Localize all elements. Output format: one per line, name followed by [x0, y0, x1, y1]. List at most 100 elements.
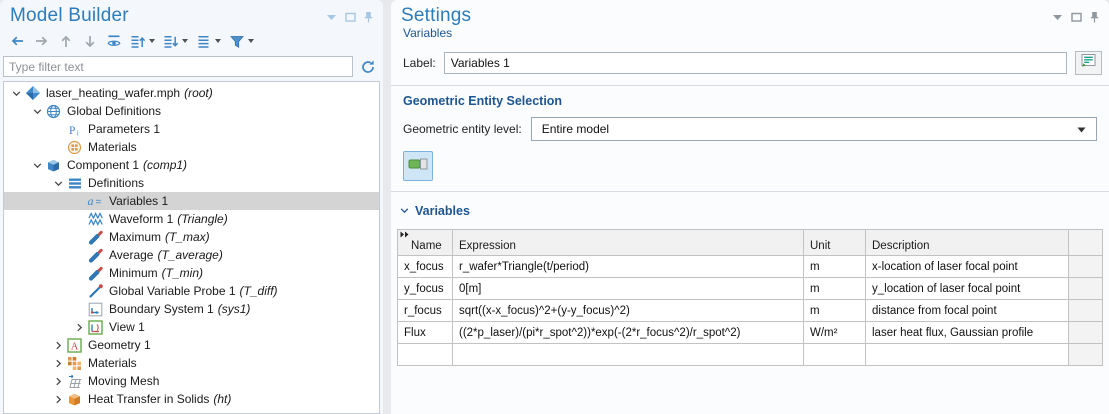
tree-item-average-t-average[interactable]: Average(T_average): [4, 246, 379, 264]
tree-item-materials[interactable]: Materials: [4, 138, 379, 156]
filler-cell: [1069, 256, 1103, 278]
chevron-collapsed-icon[interactable]: [50, 341, 66, 350]
tree-item-label: Definitions: [88, 176, 144, 190]
description-cell[interactable]: distance from focal point: [866, 300, 1069, 322]
expression-cell[interactable]: ((2*p_laser)/(pi*r_spot^2))*exp(-(2*r_fo…: [453, 322, 804, 344]
description-cell[interactable]: laser heat flux, Gaussian profile: [866, 322, 1069, 344]
variables-section-header[interactable]: Variables: [391, 192, 1109, 220]
model-tree: laser_heating_wafer.mph(root)Global Defi…: [3, 81, 380, 414]
dropdown-caret-icon[interactable]: [149, 39, 155, 43]
tree-item-global-variable-probe-1-t-diff[interactable]: Global Variable Probe 1(T_diff): [4, 282, 379, 300]
tree-item-geometry-1[interactable]: AGeometry 1: [4, 336, 379, 354]
probe-icon: [87, 265, 104, 281]
restore-icon[interactable]: [345, 11, 356, 23]
label-field-caption: Label:: [403, 56, 436, 70]
name-cell[interactable]: y_focus: [398, 278, 453, 300]
expression-cell[interactable]: [453, 344, 804, 366]
dropdown-caret-icon[interactable]: [248, 39, 254, 43]
description-column-header[interactable]: Description: [866, 230, 1069, 256]
list-icon: [195, 33, 212, 49]
arrow-down-icon: [81, 33, 98, 49]
tree-item-laser-heating-wafer-mph-root[interactable]: laser_heating_wafer.mph(root): [4, 84, 379, 102]
tree-item-waveform-1-triangle[interactable]: Waveform 1(Triangle): [4, 210, 379, 228]
chevron-expanded-icon[interactable]: [29, 161, 45, 170]
refresh-icon[interactable]: [358, 57, 378, 77]
tree-item-variables-1[interactable]: a=Variables 1: [4, 192, 379, 210]
tree-item-parameters-1[interactable]: PiParameters 1: [4, 120, 379, 138]
toolbar-node-text-button[interactable]: [193, 31, 223, 51]
tree-item-label: Parameters 1: [88, 122, 160, 136]
tree-item-definitions[interactable]: Definitions: [4, 174, 379, 192]
description-cell[interactable]: [866, 344, 1069, 366]
expression-cell[interactable]: 0[m]: [453, 278, 804, 300]
description-cell[interactable]: y_location of laser focal point: [866, 278, 1069, 300]
pin-icon[interactable]: [364, 11, 373, 23]
chevron-collapsed-icon[interactable]: [50, 395, 66, 404]
tree-item-maximum-t-max[interactable]: Maximum(T_max): [4, 228, 379, 246]
model-builder-panel: Model Builder laser_heating_wafer.mph(ro…: [0, 0, 383, 414]
chevron-expanded-icon[interactable]: [29, 107, 45, 116]
expression-column-header[interactable]: Expression: [453, 230, 804, 256]
tree-item-label: Moving Mesh: [88, 374, 159, 388]
chevron-down-icon[interactable]: [326, 11, 337, 23]
tree-filter-input[interactable]: [3, 56, 353, 77]
tree-item-minimum-t-min[interactable]: Minimum(T_min): [4, 264, 379, 282]
toolbar-show-more-options-button[interactable]: [226, 31, 256, 51]
chevron-expanded-icon[interactable]: [8, 89, 24, 98]
chevron-collapsed-icon[interactable]: [50, 377, 66, 386]
unit-cell[interactable]: [804, 344, 866, 366]
tree-item-tag: (comp1): [143, 158, 187, 172]
tree-item-view-1[interactable]: View 1: [4, 318, 379, 336]
unit-cell[interactable]: m: [804, 300, 866, 322]
rename-label-button[interactable]: [1075, 51, 1102, 75]
model-builder-filter-row: [0, 54, 383, 81]
tree-item-tag: (Triangle): [177, 212, 227, 226]
chevron-collapsed-icon[interactable]: [50, 359, 66, 368]
dropdown-caret-icon[interactable]: [215, 39, 221, 43]
moving-mesh-icon: [66, 373, 83, 389]
name-cell[interactable]: x_focus: [398, 256, 453, 278]
chevron-expanded-icon[interactable]: [50, 179, 66, 188]
active-selection-toggle[interactable]: [403, 151, 433, 181]
toolbar-collapse-all-button[interactable]: [127, 31, 157, 51]
expression-cell[interactable]: sqrt((x-x_focus)^2+(y-y_focus)^2): [453, 300, 804, 322]
tree-item-materials[interactable]: Materials: [4, 354, 379, 372]
variables-table-wrap: Name Expression Unit Description x_focus…: [391, 220, 1109, 366]
geometric-entity-level-select[interactable]: Entire model: [531, 117, 1097, 141]
pin-icon[interactable]: [1090, 11, 1099, 23]
svg-text:i: i: [77, 130, 79, 137]
unit-cell[interactable]: W/m²: [804, 322, 866, 344]
comsol-window: Model Builder laser_heating_wafer.mph(ro…: [0, 0, 1109, 414]
restore-icon[interactable]: [1071, 11, 1082, 23]
tree-item-moving-mesh[interactable]: Moving Mesh: [4, 372, 379, 390]
model-builder-toolbar: [0, 27, 383, 54]
tree-item-label: View 1: [109, 320, 145, 334]
name-cell[interactable]: r_focus: [398, 300, 453, 322]
toolbar-go-forward-button[interactable]: [31, 31, 52, 51]
tree-item-boundary-system-1-sys1[interactable]: Boundary System 1(sys1): [4, 300, 379, 318]
toolbar-expand-all-button[interactable]: [160, 31, 190, 51]
tree-item-heat-transfer-in-solids-ht[interactable]: Heat Transfer in Solids(ht): [4, 390, 379, 408]
dropdown-caret-icon[interactable]: [182, 39, 188, 43]
chevron-collapsed-icon[interactable]: [71, 323, 87, 332]
toolbar-go-back-button[interactable]: [7, 31, 28, 51]
toolbar-show-button[interactable]: [103, 31, 124, 51]
chevron-down-icon[interactable]: [1052, 11, 1063, 23]
unit-column-header[interactable]: Unit: [804, 230, 866, 256]
name-cell[interactable]: Flux: [398, 322, 453, 344]
expression-cell[interactable]: r_wafer*Triangle(t/period): [453, 256, 804, 278]
arrow-right-icon: [33, 33, 50, 49]
tree-item-global-definitions[interactable]: Global Definitions: [4, 102, 379, 120]
chevron-expanded-icon: [400, 202, 409, 220]
tree-item-component-1-comp1[interactable]: Component 1(comp1): [4, 156, 379, 174]
name-cell[interactable]: [398, 344, 453, 366]
toolbar-move-up-button[interactable]: [55, 31, 76, 51]
name-column-header[interactable]: Name: [398, 230, 453, 256]
model-builder-header: Model Builder: [0, 0, 383, 27]
panel-splitter[interactable]: [383, 0, 391, 414]
label-input[interactable]: [444, 52, 1067, 74]
toolbar-move-down-button[interactable]: [79, 31, 100, 51]
unit-cell[interactable]: m: [804, 278, 866, 300]
description-cell[interactable]: x-location of laser focal point: [866, 256, 1069, 278]
unit-cell[interactable]: m: [804, 256, 866, 278]
